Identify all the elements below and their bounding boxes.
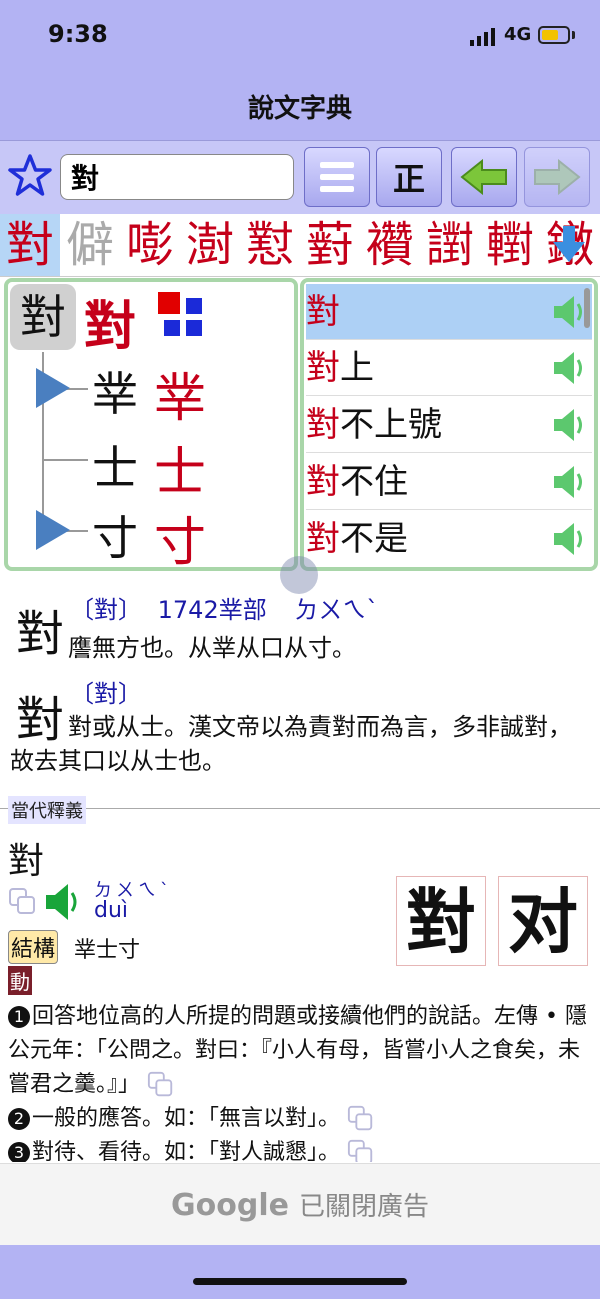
word-row[interactable]: 對上 <box>306 340 592 396</box>
definition-item: 2 一般的應答。如：「無言以對」。 <box>8 1102 594 1136</box>
pinyin: duì <box>94 898 129 923</box>
green-left-arrow-icon <box>460 159 507 195</box>
copy-icon[interactable] <box>347 1139 375 1162</box>
word-rest: 不住 <box>340 462 408 502</box>
traditional-char-box[interactable]: 對 <box>396 876 486 966</box>
search-input[interactable] <box>60 154 294 200</box>
back-button[interactable] <box>451 147 517 207</box>
word-head: 對 <box>306 292 340 332</box>
expand-triangle-icon[interactable] <box>36 368 70 408</box>
strip-char[interactable]: 轛 <box>480 214 540 276</box>
green-right-arrow-icon <box>534 159 581 195</box>
head-char: 對 <box>8 841 45 882</box>
component-char[interactable]: 丵 <box>154 356 206 431</box>
speaker-icon[interactable] <box>552 521 584 557</box>
tree-line <box>42 459 88 461</box>
ad-closed-text: 已關閉廣告 <box>298 1192 429 1222</box>
shuowen-bopomofo: ㄉㄨㄟˋ <box>294 596 379 624</box>
strip-char[interactable]: 襸 <box>360 214 420 276</box>
status-time: 9:38 <box>48 20 108 48</box>
shuowen-heading: 〔對〕 1742丵部 ㄉㄨㄟˋ <box>70 590 378 625</box>
component-seal[interactable]: 丵 <box>92 358 138 424</box>
speaker-icon[interactable] <box>552 294 584 330</box>
shuowen-seal: 對 <box>16 606 65 662</box>
strip-char[interactable]: 對 <box>0 214 60 276</box>
seal-char-main[interactable]: 對 <box>10 284 76 350</box>
char-main[interactable]: 對 <box>84 284 136 359</box>
speaker-icon[interactable] <box>552 350 584 386</box>
panel-resize-handle[interactable] <box>280 556 318 594</box>
home-indicator[interactable] <box>193 1278 407 1285</box>
shuowen-heading: 〔對〕 <box>70 680 142 708</box>
cangjie-blocks-icon[interactable] <box>158 290 206 338</box>
strip-char[interactable]: 澍 <box>180 214 240 276</box>
strip-char[interactable]: 懟 <box>240 214 300 276</box>
zheng-button[interactable]: 正 <box>376 147 442 207</box>
definition-item: 1 回答地位高的人所提的問題或接續他們的說話。左傳 • 隱公元年：「公問之。對曰：… <box>8 1000 594 1102</box>
copy-icon[interactable] <box>347 1105 375 1133</box>
word-list-scrollbar[interactable] <box>584 288 590 328</box>
speaker-icon[interactable] <box>552 407 584 443</box>
bottom-bar <box>0 1245 600 1299</box>
word-rest: 不是 <box>340 519 408 559</box>
definition-list: 1 回答地位高的人所提的問題或接續他們的說話。左傳 • 隱公元年：「公問之。對曰：… <box>8 1000 594 1162</box>
component-char[interactable]: 寸 <box>154 500 206 575</box>
word-rest: 不上號 <box>340 405 442 445</box>
def-text: 對待、看待。如：「對人誠懇」。 <box>32 1140 341 1162</box>
word-head: 對 <box>306 348 340 388</box>
shuowen-text: 譍無方也。从丵从口从寸。 <box>68 634 356 662</box>
word-rest: 上 <box>340 348 374 388</box>
network-label: 4G <box>504 24 532 45</box>
word-head: 對 <box>306 462 340 502</box>
def-number: 2 <box>8 1108 30 1130</box>
strip-char[interactable]: 譵 <box>420 214 480 276</box>
section-label: 當代釋義 <box>8 796 86 824</box>
forward-button[interactable] <box>524 147 590 207</box>
def-number: 3 <box>8 1142 30 1162</box>
structure-tag: 結構 <box>8 930 59 964</box>
download-arrow-icon[interactable] <box>552 224 586 268</box>
expand-triangle-icon[interactable] <box>36 510 70 550</box>
strip-char[interactable]: 僻 <box>60 214 120 276</box>
ad-message: Google 已關閉廣告 <box>0 1186 600 1223</box>
shuowen-bracket-char: 〔對〕 <box>70 596 142 624</box>
word-row[interactable]: 對不上號 <box>306 397 592 453</box>
word-head: 對 <box>306 519 340 559</box>
battery-tip <box>572 31 575 39</box>
def-text: 回答地位高的人所提的問題或接續他們的說話。左傳 • 隱公元年：「公問之。對曰：『… <box>8 1004 587 1097</box>
definition-item: 3 對待、看待。如：「對人誠懇」。 <box>8 1136 594 1162</box>
word-row[interactable]: 對 <box>306 284 592 340</box>
favorite-star-icon[interactable] <box>6 152 54 200</box>
word-head: 對 <box>306 405 340 445</box>
battery-icon <box>538 26 570 44</box>
section-divider <box>0 808 600 809</box>
signal-icon <box>470 28 498 46</box>
word-row[interactable]: 對不是 <box>306 511 592 567</box>
component-seal[interactable]: 寸 <box>92 502 138 568</box>
component-char[interactable]: 士 <box>154 430 206 505</box>
copy-icon[interactable] <box>8 887 38 921</box>
menu-button[interactable] <box>304 147 370 207</box>
word-row[interactable]: 對不住 <box>306 454 592 510</box>
hamburger-icon <box>320 162 354 192</box>
strip-char[interactable]: 嘭 <box>120 214 180 276</box>
def-number: 1 <box>8 1006 30 1028</box>
shuowen-text: 對或从士。漢文帝以為責對而為言，多非誠對，故去其口以从士也。 <box>10 713 572 775</box>
google-logo: Google <box>171 1188 289 1223</box>
copy-icon[interactable] <box>147 1071 175 1099</box>
component-seal[interactable]: 士 <box>92 432 138 498</box>
speaker-icon[interactable] <box>44 882 80 926</box>
simplified-char-box[interactable]: 对 <box>498 876 588 966</box>
structure-value: 丵士寸 <box>74 938 141 963</box>
related-chars-strip: 對 僻 嘭 澍 懟 薱 襸 譵 轛 鐓 <box>0 214 600 277</box>
shuowen-radical[interactable]: 1742丵部 <box>158 596 267 624</box>
page-title: 說文字典 <box>247 94 352 124</box>
speaker-icon[interactable] <box>552 464 584 500</box>
strip-char[interactable]: 薱 <box>300 214 360 276</box>
def-text: 一般的應答。如：「無言以對」。 <box>32 1106 341 1131</box>
part-of-speech-tag: 動 <box>8 966 32 995</box>
